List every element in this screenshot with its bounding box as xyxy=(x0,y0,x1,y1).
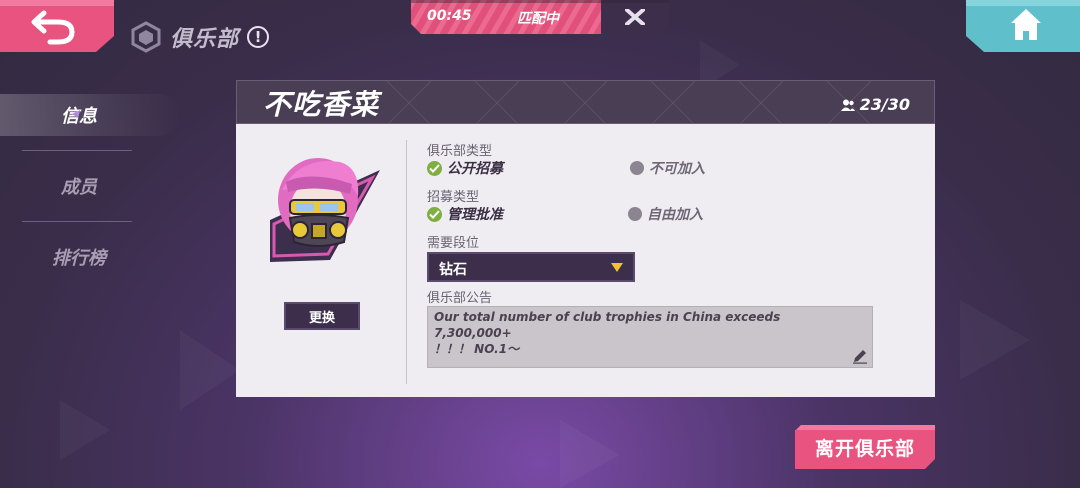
panel-body: 更换 俱乐部类型 公开招募 不可加入 招募类型 管理批准 自由加入 需要段位 钻… xyxy=(236,124,935,397)
close-icon xyxy=(625,9,645,25)
member-count-text: 23/30 xyxy=(859,95,910,114)
chevron-down-icon xyxy=(611,263,623,272)
info-icon[interactable]: ! xyxy=(247,26,270,48)
nav-item-leaderboard[interactable]: 排行榜 xyxy=(0,222,158,292)
edit-icon[interactable] xyxy=(852,348,868,364)
option-label: 管理批准 xyxy=(447,207,503,223)
panel-header: 不吃香菜 23/30 xyxy=(236,80,935,124)
match-status-bar: 00:45 匹配中 xyxy=(411,0,669,34)
page-header: 俱乐部 ! xyxy=(130,20,270,54)
club-avatar[interactable] xyxy=(260,150,390,266)
sidebar-nav: 信息 成员 排行榜 xyxy=(0,80,180,292)
club-logo-icon xyxy=(131,21,161,53)
rank-value: 钻石 xyxy=(439,262,467,278)
change-avatar-button[interactable]: 更换 xyxy=(284,302,360,330)
home-button[interactable] xyxy=(966,0,1080,52)
option-label: 公开招募 xyxy=(447,161,503,177)
notice-field[interactable]: Our total number of club trophies in Chi… xyxy=(427,306,873,368)
cancel-match-button[interactable] xyxy=(601,0,669,34)
option-free-join[interactable]: 自由加入 xyxy=(628,204,703,224)
rank-select[interactable]: 钻石 xyxy=(427,252,635,282)
panel-divider xyxy=(406,140,407,384)
member-count: 23/30 xyxy=(840,95,910,114)
club-info-panel: 不吃香菜 23/30 更换 俱乐部类型 公开招募 不可加入 招募类型 管理批准 … xyxy=(236,80,935,397)
leave-club-label: 离开俱乐部 xyxy=(814,437,915,460)
option-public-recruit[interactable]: 公开招募 xyxy=(427,158,503,178)
recruit-type-label: 招募类型 xyxy=(427,190,480,205)
rank-label: 需要段位 xyxy=(427,236,480,251)
members-icon xyxy=(840,99,855,111)
nav-item-label: 成员 xyxy=(61,177,97,198)
check-icon xyxy=(427,206,442,222)
match-timer: 00:45 xyxy=(427,8,472,24)
option-closed[interactable]: 不可加入 xyxy=(630,158,705,178)
radio-dot-icon xyxy=(630,161,644,175)
check-icon xyxy=(427,160,442,176)
notice-text: Our total number of club trophies in Chi… xyxy=(434,310,781,356)
active-indicator-icon xyxy=(72,110,80,118)
notice-label: 俱乐部公告 xyxy=(427,291,493,306)
leave-club-button[interactable]: 离开俱乐部 xyxy=(795,425,935,469)
nav-item-members[interactable]: 成员 xyxy=(0,151,158,221)
page-title: 俱乐部 xyxy=(170,27,240,52)
radio-dot-icon xyxy=(628,207,642,221)
option-label: 不可加入 xyxy=(649,161,705,177)
club-name: 不吃香菜 xyxy=(263,88,380,121)
option-admin-approval[interactable]: 管理批准 xyxy=(427,204,503,224)
option-label: 自由加入 xyxy=(647,207,703,223)
match-status-text: 匹配中 xyxy=(517,11,559,27)
nav-item-label: 排行榜 xyxy=(52,248,106,269)
club-type-label: 俱乐部类型 xyxy=(427,144,493,159)
back-button[interactable] xyxy=(0,0,114,52)
